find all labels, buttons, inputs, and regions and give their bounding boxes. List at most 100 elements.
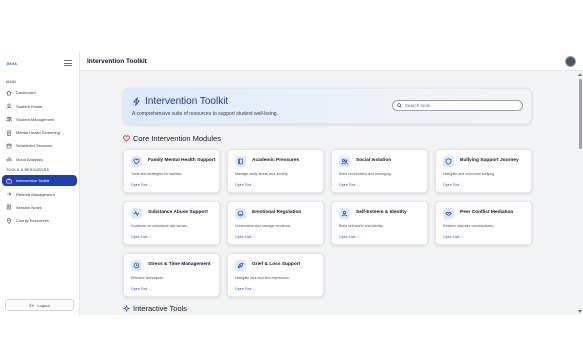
clock-icon — [133, 262, 140, 269]
sidebar-item-county-resources[interactable]: County Resources — [2, 215, 77, 227]
sidebar-item-session-notes[interactable]: Session Notes — [2, 202, 77, 214]
sidebar-item-intervention-toolkit[interactable]: Intervention Toolkit — [2, 174, 77, 187]
logout-label: Logout — [37, 302, 50, 308]
section-title-text: Core Intervention Modules — [133, 134, 221, 143]
card-title: Academic Pressures — [252, 158, 300, 163]
card-title: Substance Abuse Support — [148, 210, 208, 215]
card-icon-box — [131, 208, 142, 219]
tool-card-bullying-support[interactable]: Bullying Support Journey Navigate and ov… — [435, 149, 532, 193]
tool-card-emotional-regulation[interactable]: Emotional Regulation Understand and mana… — [227, 201, 324, 245]
card-title: Social Isolation — [356, 158, 392, 163]
sidebar-item-label: Intervention Toolkit — [16, 178, 50, 184]
avatar[interactable] — [565, 55, 576, 67]
search-input[interactable]: Search tools... — [392, 100, 523, 111]
users-icon — [6, 117, 12, 122]
book-icon — [238, 158, 243, 165]
sidebar-item-referral-management[interactable]: Referral Management — [2, 188, 77, 200]
sidebar-item-mood-analytics[interactable]: Mood Analytics — [2, 153, 77, 165]
card-title: Emotional Regulation — [252, 210, 302, 215]
open-tool-link[interactable]: Open Tool → — [339, 183, 360, 187]
card-title: Bullying Support Journey — [460, 158, 519, 163]
chart-icon — [6, 157, 12, 162]
face-icon — [237, 210, 244, 217]
sidebar-item-student-management[interactable]: Student Management — [2, 114, 77, 126]
heart-icon — [123, 135, 130, 142]
card-icon-box — [443, 156, 454, 167]
sidebar-item-student-roster[interactable]: Student Roster — [2, 100, 77, 112]
vertical-scrollbar[interactable] — [577, 71, 583, 315]
open-tool-link[interactable]: Open Tool → — [235, 235, 256, 239]
home-icon — [6, 90, 12, 96]
logout-icon — [30, 303, 35, 307]
scroll-thumb[interactable] — [578, 79, 582, 149]
bolt-icon — [133, 97, 140, 106]
user-icon — [341, 210, 348, 217]
sidebar-item-dashboard[interactable]: Dashboard — [2, 87, 77, 99]
card-description: Understand and manage emotions. — [235, 224, 292, 228]
leaf-icon — [238, 262, 244, 268]
open-tool-link[interactable]: Open Tool → — [443, 183, 464, 187]
card-title: Stress & Time Management — [148, 262, 211, 267]
toolbox-icon — [6, 178, 12, 184]
referral-icon — [6, 192, 12, 196]
card-description: Build connections and belonging. — [339, 172, 392, 176]
sidebar-item-scheduled-sessions[interactable]: Scheduled Sessions — [2, 140, 77, 152]
section-title-text: Interactive Tools — [133, 304, 188, 313]
hero-title: Intervention Toolkit — [132, 96, 228, 107]
sidebar-section-tools: TOOLS & RESOURCES — [6, 167, 50, 172]
scroll-down-arrow[interactable] — [578, 310, 582, 313]
card-description: Guidance on substance use issues. — [131, 224, 188, 228]
notes-icon — [6, 204, 12, 210]
tool-card-peer-conflict[interactable]: Peer Conflict Mediation Resolve disputes… — [435, 201, 532, 245]
sidebar-item-label: Scheduled Sessions — [16, 143, 53, 149]
card-description: Build self-worth and identity. — [339, 224, 384, 228]
card-description: Manage study stress and anxiety. — [235, 172, 289, 176]
tool-card-grief-loss[interactable]: Grief & Loss Support Navigate loss and f… — [227, 253, 324, 297]
open-tool-link[interactable]: Open Tool → — [131, 287, 152, 291]
open-tool-link[interactable]: Open Tool → — [235, 287, 256, 291]
menu-toggle-icon[interactable] — [64, 60, 72, 66]
people-icon — [341, 159, 348, 165]
card-icon-box — [235, 260, 246, 271]
scroll-up-arrow[interactable] — [578, 73, 582, 76]
card-description: Tools and strategies for families. — [131, 172, 183, 176]
heart-icon — [133, 158, 140, 165]
hero-banner: Intervention Toolkit A comprehensive sui… — [123, 88, 532, 124]
content-area: Intervention Toolkit A comprehensive sui… — [80, 71, 577, 315]
sidebar-item-label: Student Roster — [16, 103, 43, 109]
tool-card-social-isolation[interactable]: Social Isolation Build connections and b… — [331, 149, 428, 193]
tool-card-family-mental-health[interactable]: Family Mental Health Support Tools and s… — [123, 149, 220, 193]
sidebar-item-label: County Resources — [16, 218, 49, 224]
open-tool-link[interactable]: Open Tool → — [235, 183, 256, 187]
sidebar-item-mental-health-screening[interactable]: Mental Health Screening — [2, 127, 77, 139]
app-window: Brisk MAIN Dashboard Student Roster Stud… — [0, 52, 583, 315]
clipboard-icon — [6, 130, 12, 136]
open-tool-link[interactable]: Open Tool → — [443, 235, 464, 239]
open-tool-link[interactable]: Open Tool → — [131, 235, 152, 239]
card-icon-box — [235, 156, 246, 167]
tool-card-self-esteem[interactable]: Self-Esteem & Identity Build self-worth … — [331, 201, 428, 245]
search-icon — [397, 103, 402, 108]
open-tool-link[interactable]: Open Tool → — [339, 235, 360, 239]
tool-card-stress-time[interactable]: Stress & Time Management Effective techn… — [123, 253, 220, 297]
card-title: Family Mental Health Support — [148, 158, 216, 163]
sidebar-header: Brisk — [0, 54, 79, 72]
hero-title-text: Intervention Toolkit — [145, 96, 229, 107]
sidebar-item-label: Student Management — [16, 116, 55, 122]
pulse-icon — [133, 210, 140, 217]
card-icon-box — [443, 208, 454, 219]
sidebar-item-label: Mental Health Screening — [16, 130, 60, 136]
card-title: Grief & Loss Support — [252, 262, 301, 267]
card-description: Navigate loss and find expression. — [235, 276, 290, 280]
main-panel: Intervention Toolkit Intervention Toolki… — [80, 52, 583, 315]
card-description: Resolve disputes constructively. — [443, 224, 494, 228]
card-icon-box — [131, 260, 142, 271]
sidebar-section-main: MAIN — [6, 80, 16, 84]
sidebar-item-label: Session Notes — [16, 204, 42, 210]
sidebar-item-label: Mood Analytics — [16, 156, 43, 162]
logout-button[interactable]: Logout — [5, 299, 74, 311]
user-icon — [6, 103, 12, 109]
tool-card-academic-pressures[interactable]: Academic Pressures Manage study stress a… — [227, 149, 324, 193]
open-tool-link[interactable]: Open Tool → — [131, 183, 152, 187]
tool-card-substance-abuse[interactable]: Substance Abuse Support Guidance on subs… — [123, 201, 220, 245]
